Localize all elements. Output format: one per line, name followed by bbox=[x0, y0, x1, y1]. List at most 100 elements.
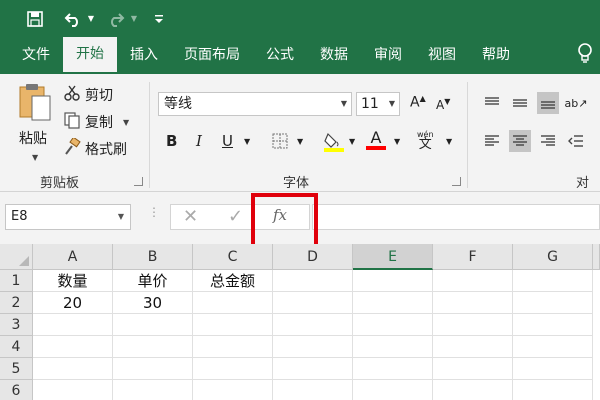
customize-qat-icon[interactable] bbox=[152, 0, 166, 37]
cell-d1[interactable] bbox=[273, 270, 353, 292]
cell-e6[interactable] bbox=[353, 380, 433, 400]
column-header-h[interactable] bbox=[593, 244, 600, 270]
cell-b4[interactable] bbox=[113, 336, 193, 358]
cell-a1[interactable]: 数量 bbox=[33, 270, 113, 292]
format-painter-button[interactable]: 格式刷 bbox=[63, 136, 127, 160]
column-header-d[interactable]: D bbox=[273, 244, 353, 270]
cell-g1[interactable] bbox=[513, 270, 593, 292]
cell-f2[interactable] bbox=[433, 292, 513, 314]
cell-d4[interactable] bbox=[273, 336, 353, 358]
increase-font-size-button[interactable]: A▲ bbox=[410, 94, 426, 111]
font-color-button[interactable]: A bbox=[366, 130, 386, 152]
align-middle-icon[interactable] bbox=[509, 92, 531, 114]
cell-g4[interactable] bbox=[513, 336, 593, 358]
cell-f3[interactable] bbox=[433, 314, 513, 336]
row-header[interactable]: 3 bbox=[0, 314, 33, 336]
copy-button[interactable]: 复制 ▼ bbox=[63, 111, 129, 133]
cell-g3[interactable] bbox=[513, 314, 593, 336]
tab-formulas[interactable]: 公式 bbox=[253, 37, 307, 74]
cell-b6[interactable] bbox=[113, 380, 193, 400]
border-icon[interactable] bbox=[271, 130, 289, 152]
align-left-icon[interactable] bbox=[481, 130, 503, 152]
cell-c3[interactable] bbox=[193, 314, 273, 336]
column-header-c[interactable]: C bbox=[193, 244, 273, 270]
orientation-icon[interactable]: ab↗ bbox=[565, 92, 588, 114]
italic-button[interactable]: I bbox=[196, 130, 202, 152]
align-top-icon[interactable] bbox=[481, 92, 503, 114]
align-bottom-icon[interactable] bbox=[537, 92, 559, 114]
column-header-b[interactable]: B bbox=[113, 244, 193, 270]
row-header[interactable]: 1 bbox=[0, 270, 33, 292]
tab-help[interactable]: 帮助 bbox=[469, 37, 523, 74]
undo-icon[interactable] bbox=[62, 0, 84, 37]
paste-label[interactable]: 粘贴 bbox=[19, 128, 47, 148]
enter-icon[interactable]: ✓ bbox=[228, 204, 243, 230]
select-all-button[interactable] bbox=[0, 244, 33, 270]
formula-input[interactable] bbox=[312, 204, 600, 230]
lightbulb-icon[interactable] bbox=[576, 42, 594, 70]
cell-c1[interactable]: 总金额 bbox=[193, 270, 273, 292]
cell-e1[interactable] bbox=[353, 270, 433, 292]
tab-file[interactable]: 文件 bbox=[0, 37, 63, 74]
row-header[interactable]: 6 bbox=[0, 380, 33, 400]
phonetic-dropdown-icon[interactable]: ▼ bbox=[446, 130, 452, 152]
border-dropdown-icon[interactable]: ▼ bbox=[297, 130, 303, 152]
row-header[interactable]: 5 bbox=[0, 358, 33, 380]
bold-button[interactable]: B bbox=[166, 130, 177, 152]
cell-b1[interactable]: 单价 bbox=[113, 270, 193, 292]
cell-a2[interactable]: 20 bbox=[33, 292, 113, 314]
decrease-font-size-button[interactable]: A▼ bbox=[436, 97, 450, 112]
column-header-g[interactable]: G bbox=[513, 244, 593, 270]
cell-f4[interactable] bbox=[433, 336, 513, 358]
cell-g2[interactable] bbox=[513, 292, 593, 314]
cell-c5[interactable] bbox=[193, 358, 273, 380]
decrease-indent-icon[interactable] bbox=[565, 130, 587, 152]
name-box[interactable]: E8 ▼ bbox=[5, 204, 131, 230]
tab-view[interactable]: 视图 bbox=[415, 37, 469, 74]
cell-a3[interactable] bbox=[33, 314, 113, 336]
undo-dropdown-icon[interactable]: ▼ bbox=[86, 0, 96, 37]
cell-a4[interactable] bbox=[33, 336, 113, 358]
paste-dropdown-icon[interactable]: ▼ bbox=[32, 153, 38, 162]
cell-d5[interactable] bbox=[273, 358, 353, 380]
tab-review[interactable]: 审阅 bbox=[361, 37, 415, 74]
align-right-icon[interactable] bbox=[537, 130, 559, 152]
tab-insert[interactable]: 插入 bbox=[117, 37, 171, 74]
cell-a6[interactable] bbox=[33, 380, 113, 400]
cell-g5[interactable] bbox=[513, 358, 593, 380]
underline-dropdown-icon[interactable]: ▼ bbox=[244, 130, 250, 152]
font-color-dropdown-icon[interactable]: ▼ bbox=[394, 130, 400, 152]
cell-d6[interactable] bbox=[273, 380, 353, 400]
font-name-select[interactable]: 等线 ▼ bbox=[158, 92, 352, 116]
cell-g6[interactable] bbox=[513, 380, 593, 400]
column-header-e[interactable]: E bbox=[353, 244, 433, 270]
fill-color-icon[interactable] bbox=[323, 130, 345, 152]
cell-d3[interactable] bbox=[273, 314, 353, 336]
cancel-icon[interactable]: ✕ bbox=[183, 204, 198, 230]
save-icon[interactable] bbox=[24, 0, 46, 37]
cell-f5[interactable] bbox=[433, 358, 513, 380]
cell-c4[interactable] bbox=[193, 336, 273, 358]
column-header-f[interactable]: F bbox=[433, 244, 513, 270]
cell-f1[interactable] bbox=[433, 270, 513, 292]
cell-b5[interactable] bbox=[113, 358, 193, 380]
clipboard-dialog-launcher[interactable] bbox=[134, 177, 143, 186]
cut-button[interactable]: 剪切 bbox=[63, 84, 113, 106]
row-header[interactable]: 4 bbox=[0, 336, 33, 358]
cell-b3[interactable] bbox=[113, 314, 193, 336]
cell-b2[interactable]: 30 bbox=[113, 292, 193, 314]
font-size-select[interactable]: 11 ▼ bbox=[356, 92, 400, 116]
tab-page-layout[interactable]: 页面布局 bbox=[171, 37, 253, 74]
cell-a5[interactable] bbox=[33, 358, 113, 380]
align-center-icon[interactable] bbox=[509, 130, 531, 152]
cell-d2[interactable] bbox=[273, 292, 353, 314]
underline-button[interactable]: U bbox=[222, 130, 233, 152]
cell-c2[interactable] bbox=[193, 292, 273, 314]
cell-e4[interactable] bbox=[353, 336, 433, 358]
cell-e3[interactable] bbox=[353, 314, 433, 336]
phonetic-guide-button[interactable]: wén 文 bbox=[417, 130, 434, 152]
column-header-a[interactable]: A bbox=[33, 244, 113, 270]
cell-e2[interactable] bbox=[353, 292, 433, 314]
cell-e5[interactable] bbox=[353, 358, 433, 380]
cell-c6[interactable] bbox=[193, 380, 273, 400]
